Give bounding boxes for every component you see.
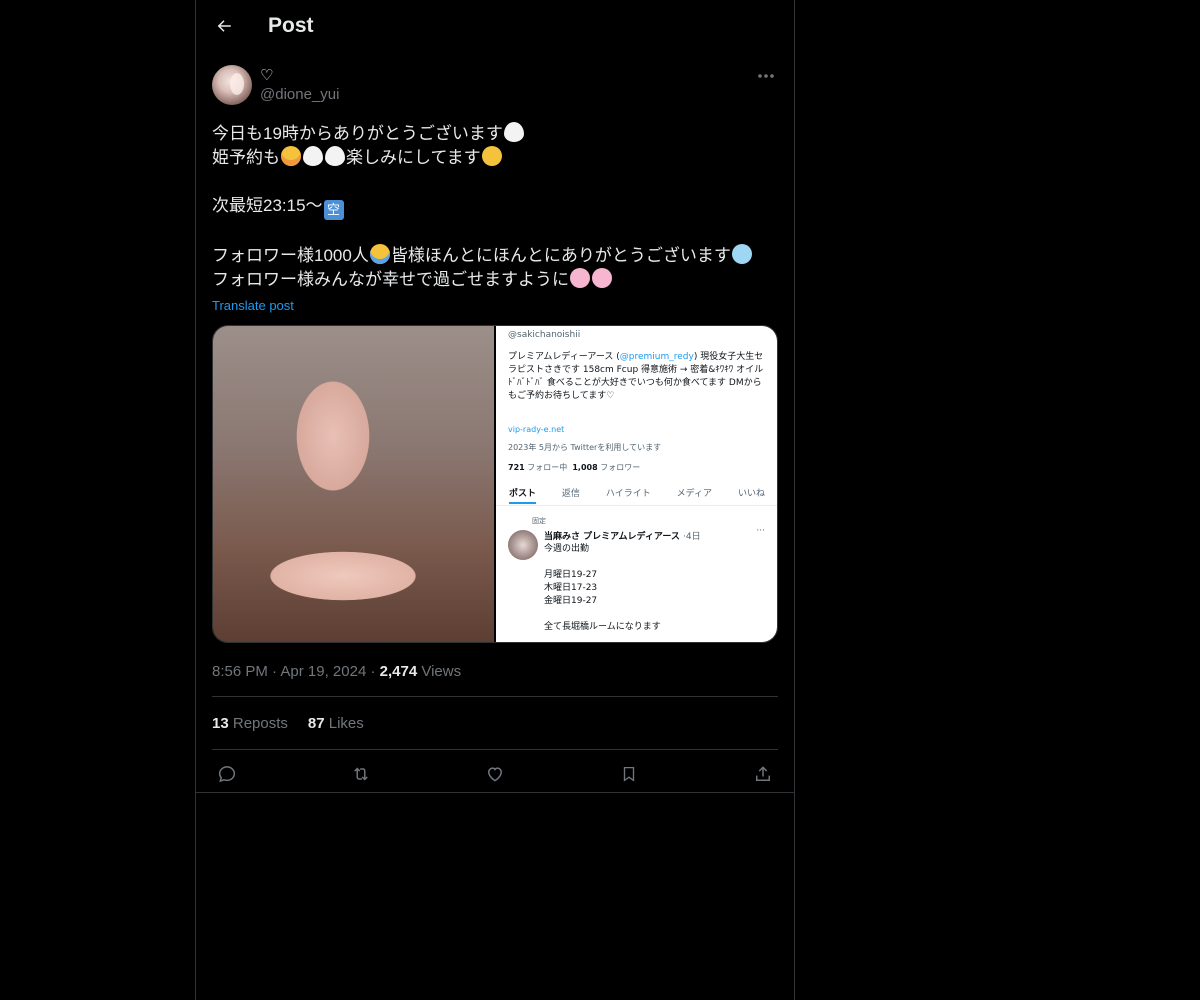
- likes-stat[interactable]: 87 Likes: [308, 715, 364, 732]
- following-label: フォロー中: [527, 463, 568, 472]
- embedded-tab: メディア: [676, 489, 713, 499]
- avatar[interactable]: [212, 65, 252, 105]
- engagement-stats: 13 Reposts 87 Likes: [212, 697, 778, 749]
- post: ♡ @dione_yui 今日も19時からありがとうございます 姫予約も 楽しみに…: [212, 64, 778, 798]
- repost-icon[interactable]: [350, 763, 372, 785]
- embedded-tweet-author: 当麻みさ プレミアムレディアース: [544, 532, 680, 542]
- post-meta: 8:56 PM · Apr 19, 2024 · 2,474 Views: [212, 663, 462, 680]
- action-bar: [212, 750, 778, 798]
- author-row: ♡ @dione_yui: [212, 64, 778, 108]
- post-text: 今日も19時からありがとうございます 姫予約も 楽しみにしてます 次最短23:15…: [212, 122, 778, 292]
- embedded-tweet-name: 当麻みさ プレミアムレディアース ·4日: [544, 529, 701, 542]
- likes-label: Likes: [328, 714, 364, 732]
- embedded-tab: ハイライト: [605, 489, 651, 499]
- embedded-url: vip-rady-e.net: [508, 425, 565, 434]
- embedded-more-icon: ···: [756, 526, 765, 536]
- princess-emoji-icon: [281, 146, 301, 166]
- embedded-tab: 返信: [561, 489, 580, 499]
- white-heart-emoji-icon: [303, 146, 323, 166]
- followers-count: 1,008: [572, 463, 598, 472]
- smiling-face-emoji-icon: [481, 146, 502, 166]
- reposts-count: 13: [212, 714, 229, 732]
- vacancy-emoji-icon: 空: [323, 200, 344, 220]
- embedded-joined: 2023年 5月から Twitterを利用しています: [508, 443, 662, 452]
- post-line-3: 次最短23:15〜: [212, 196, 323, 215]
- views-count: 2,474: [379, 663, 418, 680]
- post-time[interactable]: 8:56 PM: [212, 663, 268, 680]
- white-heart-emoji-icon: [503, 122, 524, 142]
- user-handle[interactable]: @dione_yui: [260, 86, 339, 103]
- embedded-avatar: [508, 530, 538, 560]
- main-column: Post ♡ @dione_yui 今日も19時からありがとうございます 姫予約…: [195, 0, 795, 1000]
- embedded-tweet-body: 今週の出勤 月曜日19-27 木曜日17-23 金曜日19-27 全て長堀橋ルー…: [544, 544, 661, 632]
- share-icon[interactable]: [752, 763, 774, 785]
- translate-post-link[interactable]: Translate post: [212, 298, 778, 313]
- reply-icon[interactable]: [216, 763, 238, 785]
- post-line-5: フォロワー様みんなが幸せで過ごせますように: [212, 270, 569, 289]
- following-count: 721: [508, 463, 525, 472]
- post-line-2a: 姫予約も: [212, 148, 280, 167]
- page-title: Post: [268, 14, 314, 37]
- white-heart-emoji-icon: [325, 146, 345, 166]
- embedded-tab: ポスト: [508, 482, 536, 504]
- crying-face-emoji-icon: [369, 244, 390, 264]
- display-name[interactable]: ♡: [260, 66, 273, 84]
- post-line-2b: 楽しみにしてます: [346, 148, 481, 167]
- reposts-label: Reposts: [232, 714, 288, 732]
- embedded-tweet-age: ·4日: [683, 532, 701, 542]
- embedded-bio: プレミアムレディーアース (@premium_redy) 現役女子大生セラピスト…: [508, 352, 764, 401]
- followers-label: フォロワー: [600, 463, 641, 472]
- likes-count: 87: [307, 714, 325, 732]
- top-bar: Post: [196, 0, 794, 53]
- post-date[interactable]: Apr 19, 2024: [280, 663, 366, 680]
- embedded-tab: いいね: [737, 489, 765, 499]
- more-icon[interactable]: [754, 66, 778, 86]
- bubbles-emoji-icon: [731, 244, 752, 264]
- back-arrow-icon[interactable]: [210, 12, 238, 40]
- views-label: Views: [421, 663, 462, 680]
- post-line-4b: 皆様ほんとにほんとにありがとうございます: [390, 246, 731, 265]
- embedded-bio-part: プレミアムレディーアース: [508, 352, 614, 362]
- divider: [196, 792, 794, 793]
- embedded-handle: @sakichanoishii: [508, 330, 581, 340]
- post-line-4a: フォロワー様1000人: [212, 246, 369, 265]
- media-grid: @sakichanoishii プレミアムレディーアース (@premium_r…: [212, 325, 778, 643]
- bookmark-icon[interactable]: [618, 763, 640, 785]
- reposts-stat[interactable]: 13 Reposts: [212, 715, 288, 732]
- embedded-follow-counts: 721 フォロー中 1,008 フォロワー: [508, 462, 640, 473]
- cherry-blossom-emoji-icon: [592, 268, 612, 288]
- media-photo[interactable]: [213, 326, 494, 642]
- like-icon[interactable]: [484, 763, 506, 785]
- media-screenshot[interactable]: @sakichanoishii プレミアムレディーアース (@premium_r…: [496, 326, 777, 642]
- embedded-pinned-label: 固定: [532, 517, 546, 525]
- post-line-1: 今日も19時からありがとうございます: [212, 124, 503, 143]
- embedded-bio-link: @premium_redy: [619, 352, 694, 362]
- cherry-blossom-emoji-icon: [570, 268, 590, 288]
- embedded-tabs: ポスト 返信 ハイライト メディア いいね: [496, 482, 777, 506]
